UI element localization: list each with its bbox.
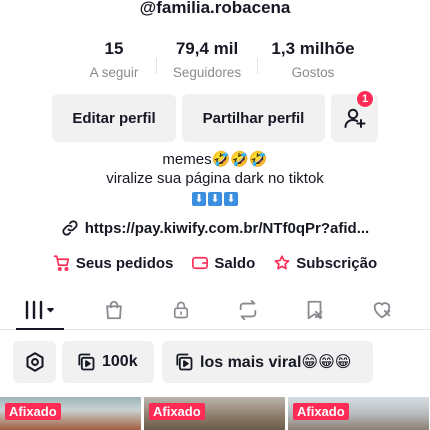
heart-icon: [373, 301, 390, 318]
pinned-badge: Afixado: [149, 403, 205, 420]
profile-username: @familia.robacena: [139, 0, 291, 17]
stat-following-label: A seguir: [89, 65, 139, 80]
grid-filter-icon: [25, 300, 54, 319]
bio-line-1: memes🤣🤣🤣: [162, 151, 268, 168]
shopping-bag-icon: [105, 300, 122, 319]
star-badge-icon: [274, 255, 290, 270]
notification-badge: 1: [356, 90, 374, 108]
down-arrow-icon: ⬇: [224, 192, 238, 206]
repost-icon: [239, 299, 256, 320]
pinned-badge: Afixado: [293, 403, 349, 420]
video-grid: Afixado Afixado Afixado: [0, 397, 430, 430]
tab-reposts[interactable]: [214, 290, 281, 329]
video-thumbnail[interactable]: Afixado: [144, 397, 285, 430]
settings-icon: [25, 352, 44, 372]
stat-following[interactable]: 15 A seguir: [72, 38, 156, 80]
down-arrow-icon: ⬇: [192, 192, 206, 206]
subscription-link[interactable]: Subscrição: [273, 254, 377, 272]
playlist-icon: [176, 353, 193, 371]
playlist-los-mais-viral[interactable]: los mais viral😁😁😁: [162, 341, 373, 383]
balance-link[interactable]: Saldo: [191, 254, 255, 272]
playlist-viral-label: los mais viral😁😁😁: [200, 354, 352, 371]
bio-arrows: ⬇ ⬇ ⬇: [192, 192, 238, 206]
tab-private[interactable]: [147, 290, 214, 329]
pinned-badge: Afixado: [5, 403, 61, 420]
edit-profile-button[interactable]: Editar perfil: [52, 94, 176, 142]
tab-shop[interactable]: [80, 290, 147, 329]
stat-followers[interactable]: 79,4 mil Seguidores: [157, 38, 257, 80]
profile-tabs: [0, 290, 430, 330]
add-friends-button[interactable]: 1: [331, 90, 378, 142]
tab-favorites[interactable]: [281, 290, 348, 329]
link-icon: [62, 220, 78, 236]
cart-icon: [53, 255, 70, 271]
playlist-100k-label: 100k: [102, 353, 138, 370]
stat-followers-value: 79,4 mil: [175, 39, 239, 58]
stat-followers-label: Seguidores: [172, 65, 242, 80]
balance-label: Saldo: [214, 254, 256, 272]
playlist-settings-button[interactable]: [13, 341, 56, 383]
share-profile-button[interactable]: Partilhar perfil: [182, 94, 325, 142]
stat-likes-value: 1,3 milhõe: [271, 39, 355, 58]
playlist-100k[interactable]: 100k: [62, 341, 154, 383]
profile-bio: memes🤣🤣🤣 viralize sua página dark no tik…: [0, 150, 430, 207]
down-arrow-icon: ⬇: [208, 192, 222, 206]
add-user-icon: [344, 108, 365, 128]
wallet-icon: [192, 256, 209, 270]
playlist-icon: [78, 353, 95, 371]
orders-link[interactable]: Seus pedidos: [53, 254, 174, 272]
bio-line-2: viralize sua página dark no tiktok: [106, 170, 324, 187]
lock-icon: [173, 301, 188, 318]
orders-label: Seus pedidos: [75, 254, 174, 272]
bookmark-icon: [307, 300, 322, 319]
stat-likes[interactable]: 1,3 milhõe Gostos: [258, 38, 368, 80]
stat-following-value: 15: [104, 39, 124, 58]
stat-likes-label: Gostos: [291, 65, 335, 80]
video-thumbnail[interactable]: Afixado: [288, 397, 429, 430]
tab-liked[interactable]: [348, 290, 415, 329]
profile-link[interactable]: https://pay.kiwify.com.br/NTf0qPr?afid..…: [0, 219, 430, 237]
tab-videos[interactable]: [0, 290, 80, 330]
profile-link-text: https://pay.kiwify.com.br/NTf0qPr?afid..…: [84, 219, 370, 237]
subscription-label: Subscrição: [296, 254, 378, 272]
profile-stats: 15 A seguir 79,4 mil Seguidores 1,3 milh…: [72, 38, 372, 80]
quick-links: Seus pedidos Saldo Subscrição: [0, 254, 430, 272]
video-thumbnail[interactable]: Afixado: [0, 397, 141, 430]
